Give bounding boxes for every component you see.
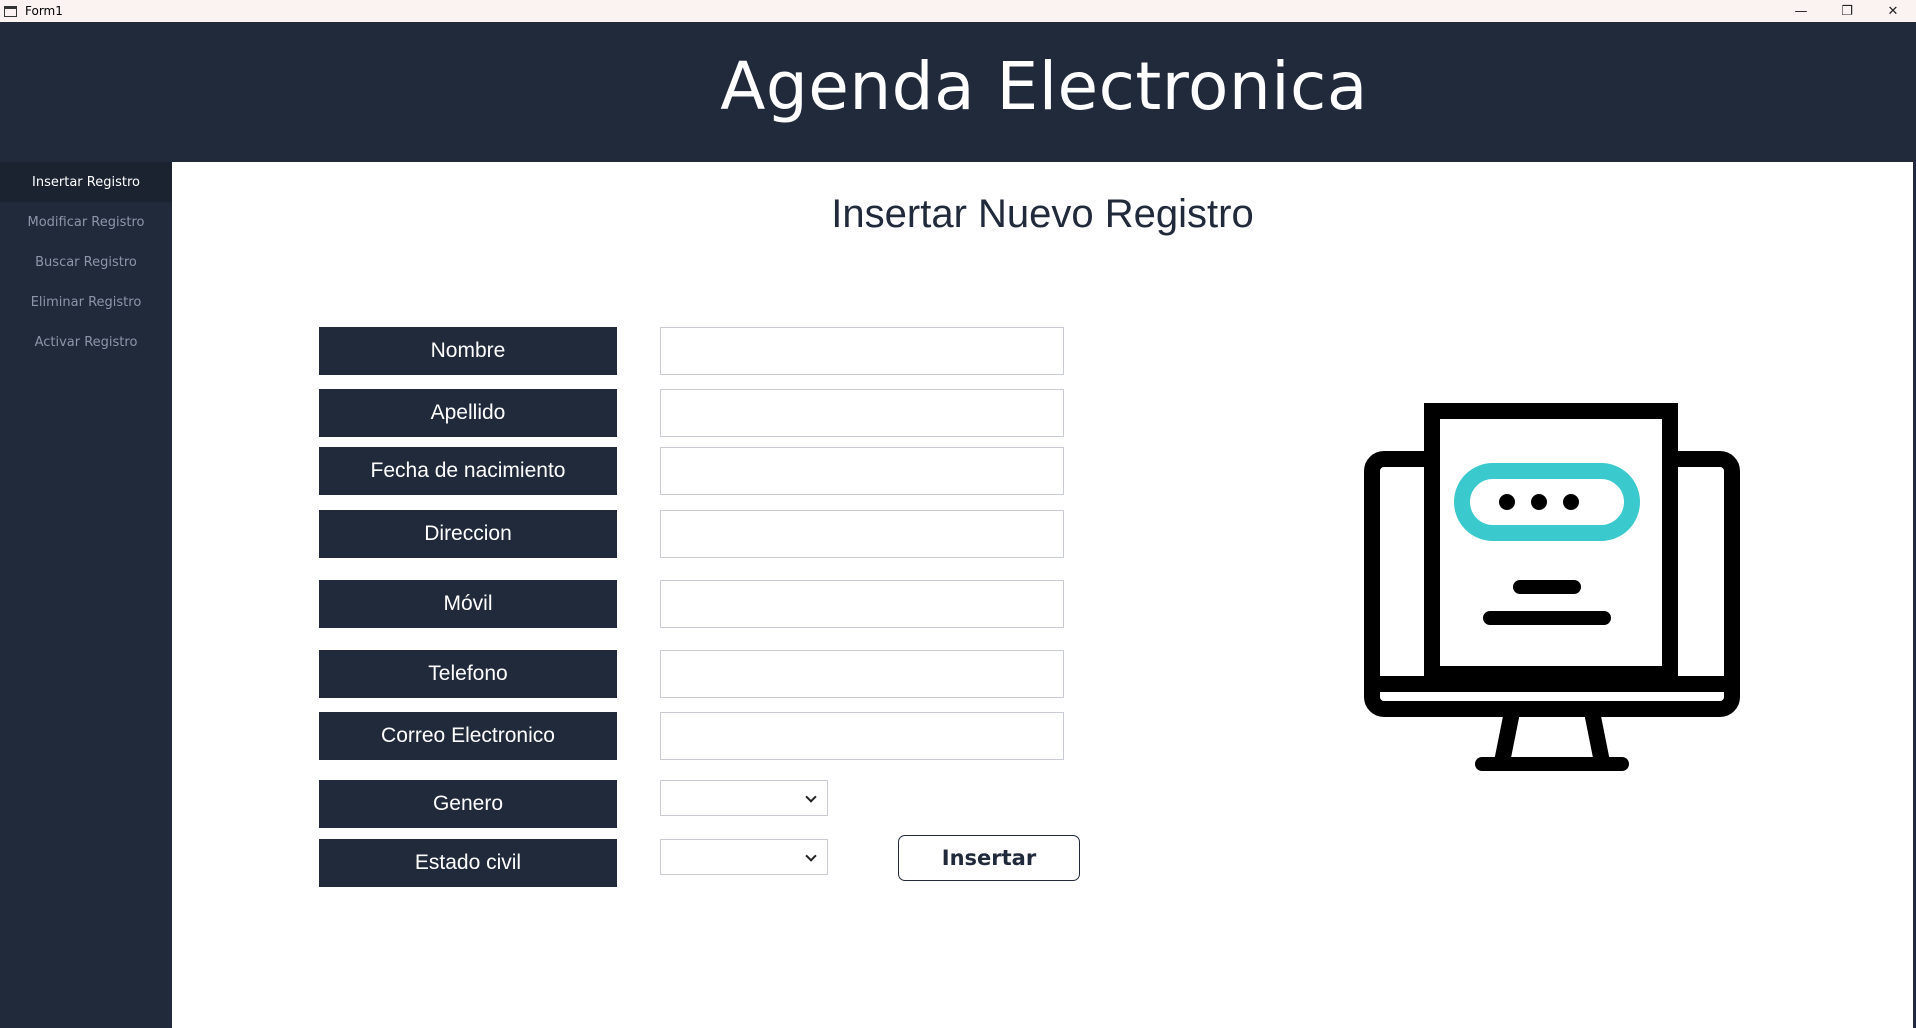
sidebar: Insertar Registro Modificar Registro Bus… (0, 162, 172, 1028)
restore-icon[interactable]: ❐ (1824, 0, 1870, 22)
fecha-input[interactable] (660, 447, 1064, 495)
app-title: Agenda Electronica (720, 48, 1368, 125)
insertar-button[interactable]: Insertar (898, 835, 1080, 881)
computer-chat-icon (1364, 403, 1740, 771)
window-controls: — ❐ ✕ (1778, 0, 1916, 22)
telefono-label: Telefono (319, 650, 617, 698)
main-panel: Insertar Nuevo Registro Nombre Apellido … (172, 162, 1916, 1028)
correo-input[interactable] (660, 712, 1064, 760)
correo-label: Correo Electronico (319, 712, 617, 760)
chevron-down-icon (805, 850, 817, 862)
minimize-icon[interactable]: — (1778, 0, 1824, 22)
fecha-label: Fecha de nacimiento (319, 447, 617, 495)
chevron-down-icon (805, 791, 817, 803)
direccion-input[interactable] (660, 510, 1064, 558)
apellido-label: Apellido (319, 389, 617, 437)
sidebar-item-buscar[interactable]: Buscar Registro (0, 242, 172, 282)
sidebar-item-modificar[interactable]: Modificar Registro (0, 202, 172, 242)
movil-input[interactable] (660, 580, 1064, 628)
sidebar-item-eliminar[interactable]: Eliminar Registro (0, 282, 172, 322)
estado-civil-label: Estado civil (319, 839, 617, 887)
close-icon[interactable]: ✕ (1870, 0, 1916, 22)
sidebar-item-activar[interactable]: Activar Registro (0, 322, 172, 362)
window-title: Form1 (25, 4, 63, 18)
app-icon (4, 5, 17, 17)
window-titlebar: Form1 — ❐ ✕ (0, 0, 1916, 22)
nombre-input[interactable] (660, 327, 1064, 375)
page-title: Insertar Nuevo Registro (831, 192, 1254, 236)
movil-label: Móvil (319, 580, 617, 628)
apellido-input[interactable] (660, 389, 1064, 437)
sidebar-item-insertar[interactable]: Insertar Registro (0, 162, 172, 202)
direccion-label: Direccion (319, 510, 617, 558)
genero-select[interactable] (660, 780, 828, 816)
genero-label: Genero (319, 780, 617, 828)
telefono-input[interactable] (660, 650, 1064, 698)
nombre-label: Nombre (319, 327, 617, 375)
estado-civil-select[interactable] (660, 839, 828, 875)
app-header: Agenda Electronica (0, 22, 1916, 162)
